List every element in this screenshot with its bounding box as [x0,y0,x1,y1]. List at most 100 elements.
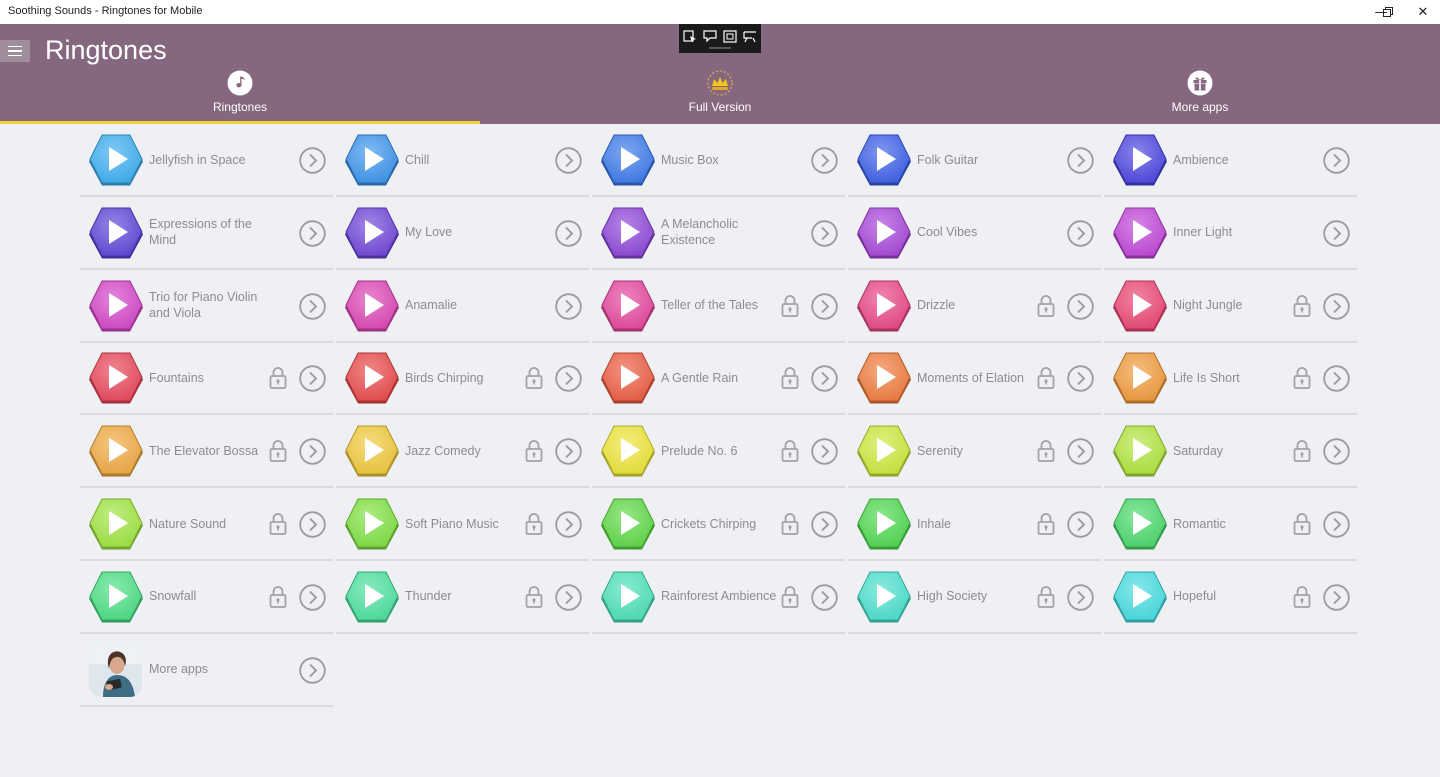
play-button-icon[interactable] [344,497,400,551]
chevron-right-icon[interactable] [811,147,838,174]
chevron-right-icon[interactable] [299,220,326,247]
ringtone-item[interactable]: Inner Light [1104,197,1357,270]
chevron-right-icon[interactable] [811,438,838,465]
ringtone-item[interactable]: Inhale [848,488,1101,561]
play-button-icon[interactable] [1112,351,1168,405]
play-button-icon[interactable] [600,133,656,187]
play-button-icon[interactable] [1112,206,1168,260]
play-button-icon[interactable] [88,497,144,551]
ringtone-item[interactable]: Romantic [1104,488,1357,561]
play-button-icon[interactable] [88,279,144,333]
ringtone-item[interactable]: Jellyfish in Space [80,124,333,197]
ringtone-item[interactable]: Hopeful [1104,561,1357,634]
chevron-right-icon[interactable] [811,511,838,538]
chevron-right-icon[interactable] [1067,220,1094,247]
chevron-right-icon[interactable] [1067,438,1094,465]
chevron-right-icon[interactable] [299,656,326,684]
play-button-icon[interactable] [600,279,656,333]
play-button-icon[interactable] [344,206,400,260]
ringtone-item[interactable]: Birds Chirping [336,342,589,416]
chevron-right-icon[interactable] [1067,292,1094,320]
chevron-right-icon[interactable] [1067,147,1094,174]
chevron-right-icon[interactable] [555,438,582,465]
ringtone-item[interactable]: Snowfall [80,561,333,634]
chevron-right-icon[interactable] [1067,511,1094,538]
tab-ringtones[interactable]: Ringtones [0,68,480,124]
capture-fullscreen-icon[interactable] [722,29,738,43]
play-button-icon[interactable] [88,133,144,187]
more-apps-item[interactable]: More apps [80,634,333,707]
play-button-icon[interactable] [856,424,912,478]
capture-toolbar-handle[interactable] [709,47,731,49]
capture-window-icon[interactable] [682,29,698,43]
play-button-icon[interactable] [600,424,656,478]
capture-settings-icon[interactable] [742,29,758,43]
play-button-icon[interactable] [600,570,656,624]
chevron-right-icon[interactable] [555,147,582,174]
play-button-icon[interactable] [600,497,656,551]
ringtone-item[interactable]: Thunder [336,561,589,634]
ringtone-item[interactable]: Prelude No. 6 [592,415,845,489]
ringtone-item[interactable]: Folk Guitar [848,124,1101,197]
play-button-icon[interactable] [1112,133,1168,187]
ringtone-item[interactable]: Moments of Elation [848,342,1101,416]
ringtone-item[interactable]: The Elevator Bossa [80,415,333,489]
ringtone-item[interactable]: Crickets Chirping [592,488,845,561]
chevron-right-icon[interactable] [811,292,838,320]
play-button-icon[interactable] [1112,570,1168,624]
chevron-right-icon[interactable] [1323,220,1350,247]
ringtone-item[interactable]: Jazz Comedy [336,415,589,489]
chevron-right-icon[interactable] [1323,438,1350,465]
capture-region-icon[interactable] [702,29,718,43]
chevron-right-icon[interactable] [555,292,582,320]
hamburger-menu-button[interactable] [0,40,30,62]
chevron-right-icon[interactable] [811,365,838,393]
chevron-right-icon[interactable] [1323,365,1350,393]
play-button-icon[interactable] [856,279,912,333]
play-button-icon[interactable] [344,279,400,333]
ringtone-item[interactable]: Drizzle [848,270,1101,343]
ringtone-item[interactable]: Rainforest Ambience [592,561,845,634]
ringtone-item[interactable]: Nature Sound [80,488,333,561]
play-button-icon[interactable] [600,351,656,405]
ringtone-item[interactable]: My Love [336,197,589,270]
restore-button[interactable] [1371,0,1405,24]
play-button-icon[interactable] [600,206,656,260]
ringtone-item[interactable]: A Gentle Rain [592,342,845,416]
play-button-icon[interactable] [344,351,400,405]
tab-full-version[interactable]: Full Version [480,68,960,124]
chevron-right-icon[interactable] [1323,584,1350,611]
chevron-right-icon[interactable] [299,365,326,393]
ringtone-item[interactable]: A Melancholic Existence [592,197,845,270]
chevron-right-icon[interactable] [299,292,326,320]
play-button-icon[interactable] [1112,424,1168,478]
chevron-right-icon[interactable] [555,584,582,611]
ringtone-item[interactable]: Ambience [1104,124,1357,197]
play-button-icon[interactable] [856,351,912,405]
ringtone-item[interactable]: Saturday [1104,415,1357,489]
chevron-right-icon[interactable] [299,511,326,538]
chevron-right-icon[interactable] [1067,584,1094,611]
ringtone-item[interactable]: Soft Piano Music [336,488,589,561]
play-button-icon[interactable] [1112,497,1168,551]
ringtone-item[interactable]: Cool Vibes [848,197,1101,270]
close-button[interactable]: ✕ [1406,0,1440,24]
ringtone-item[interactable]: Night Jungle [1104,270,1357,343]
ringtone-item[interactable]: Chill [336,124,589,197]
play-button-icon[interactable] [88,424,144,478]
chevron-right-icon[interactable] [555,365,582,393]
ringtone-item[interactable]: Anamalie [336,270,589,343]
ringtone-item[interactable]: Serenity [848,415,1101,489]
ringtone-item[interactable]: Trio for Piano Violin and Viola [80,270,333,343]
ringtone-item[interactable]: Life Is Short [1104,342,1357,416]
tab-more-apps[interactable]: More apps [960,68,1440,124]
ringtone-item[interactable]: Fountains [80,342,333,416]
play-button-icon[interactable] [856,206,912,260]
chevron-right-icon[interactable] [299,584,326,611]
play-button-icon[interactable] [88,570,144,624]
ringtone-item[interactable]: Music Box [592,124,845,197]
chevron-right-icon[interactable] [555,511,582,538]
ringtone-item[interactable]: High Society [848,561,1101,634]
chevron-right-icon[interactable] [811,584,838,611]
chevron-right-icon[interactable] [811,220,838,247]
